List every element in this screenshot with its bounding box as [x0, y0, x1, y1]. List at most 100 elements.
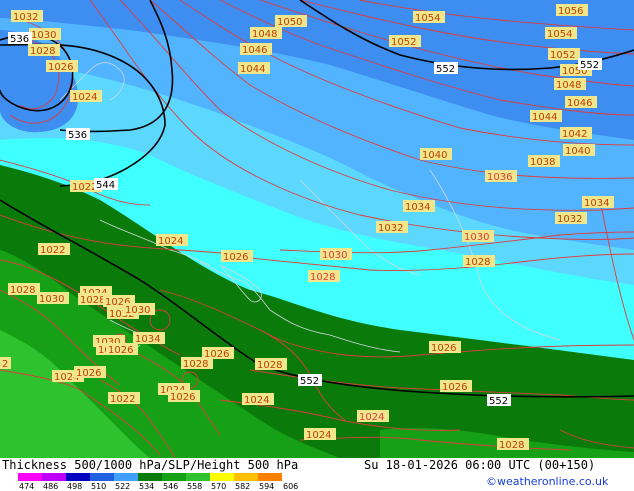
pressure-label: 1038 [528, 155, 560, 168]
pressure-label-text: 1048 [252, 29, 277, 40]
pressure-label: 1032 [555, 212, 587, 225]
legend-swatch [234, 473, 258, 481]
pressure-label-text: 1030 [31, 30, 56, 41]
pressure-label: 1048 [250, 27, 282, 40]
height-label-text: 552 [436, 64, 455, 75]
pressure-label-text: 1024 [72, 92, 97, 103]
pressure-label-text: 1054 [415, 13, 440, 24]
pressure-label-text: 1046 [567, 98, 592, 109]
pressure-label-text: 1030 [464, 232, 489, 243]
pressure-label-text: 1024 [306, 430, 331, 441]
weather-map: 1032103010281026102410501048104610441054… [0, 0, 634, 458]
pressure-label-text: 1034 [584, 198, 609, 209]
pressure-label: 1028 [308, 270, 340, 283]
pressure-label: 1024 [70, 90, 102, 103]
pressure-label-text: 1030 [39, 294, 64, 305]
pressure-label: 1026 [168, 390, 200, 403]
height-label: 552 [434, 62, 458, 75]
pressure-label: 1032 [376, 221, 408, 234]
legend-swatch [210, 473, 234, 481]
pressure-label-text: 1048 [556, 80, 581, 91]
pressure-label-text: 1028 [257, 360, 282, 371]
legend-swatch [162, 473, 186, 481]
pressure-label: 1022 [108, 392, 140, 405]
pressure-label: 1026 [221, 250, 253, 263]
pressure-label: 1030 [123, 303, 155, 316]
pressure-label: 1052 [389, 35, 421, 48]
pressure-label-text: 2 [2, 359, 8, 370]
pressure-label-text: 1032 [13, 12, 38, 23]
pressure-label-text: 1026 [108, 345, 133, 356]
pressure-label: 1056 [556, 4, 588, 17]
pressure-label-text: 1028 [10, 285, 35, 296]
pressure-label-text: 1030 [125, 305, 150, 316]
height-label: 552 [578, 58, 602, 71]
pressure-label: 1028 [463, 255, 495, 268]
pressure-label-text: 1026 [223, 252, 248, 263]
pressure-label-text: 1052 [391, 37, 416, 48]
chart-title: Thickness 500/1000 hPa/SLP/Height 500 hP… [2, 458, 299, 472]
pressure-label-text: 1028 [80, 295, 105, 306]
height-label-text: 552 [300, 376, 319, 387]
pressure-label-text: 1036 [487, 172, 512, 183]
pressure-label-text: 1024 [244, 395, 269, 406]
map-footer: Thickness 500/1000 hPa/SLP/Height 500 hP… [0, 458, 634, 491]
pressure-label-text: 1054 [547, 29, 572, 40]
pressure-label: 1024 [156, 234, 188, 247]
pressure-label-text: 1028 [310, 272, 335, 283]
pressure-label-text: 1032 [557, 214, 582, 225]
pressure-label: 1026 [202, 347, 234, 360]
pressure-label: 1052 [548, 48, 580, 61]
pressure-label-text: 1056 [558, 6, 583, 17]
pressure-label-text: 1022 [72, 182, 97, 193]
height-label-text: 552 [489, 396, 508, 407]
pressure-label-text: 1050 [277, 17, 302, 28]
legend-swatch [42, 473, 66, 481]
pressure-label-text: 1022 [40, 245, 65, 256]
credit-link[interactable]: ©weatheronline.co.uk [486, 475, 608, 488]
pressure-label: 1054 [545, 27, 577, 40]
height-label-text: 536 [68, 130, 87, 141]
legend-swatch [114, 473, 138, 481]
pressure-label: 1030 [29, 28, 61, 41]
pressure-label-text: 1026 [204, 349, 229, 360]
pressure-label: 1026 [440, 380, 472, 393]
pressure-label: 1028 [28, 44, 60, 57]
height-label-text: 552 [580, 60, 599, 71]
pressure-label-text: 1052 [550, 50, 575, 61]
pressure-label-text: 1028 [465, 257, 490, 268]
pressure-label: 1032 [11, 10, 43, 23]
height-label: 552 [298, 374, 322, 387]
pressure-label: 1042 [560, 127, 592, 140]
pressure-label-text: 1028 [30, 46, 55, 57]
pressure-label: 1024 [357, 410, 389, 423]
pressure-label-text: 1040 [565, 146, 590, 157]
pressure-label: 1024 [304, 428, 336, 441]
pressure-label: 1028 [497, 438, 529, 451]
pressure-label-text: 1026 [442, 382, 467, 393]
pressure-label: 1024 [242, 393, 274, 406]
pressure-label: 1048 [554, 78, 586, 91]
pressure-label-text: 1028 [183, 359, 208, 370]
pressure-label-text: 1026 [76, 368, 101, 379]
pressure-label: 2 [0, 357, 11, 370]
pressure-label-text: 1044 [532, 112, 557, 123]
legend-swatch [186, 473, 210, 481]
height-label-text: 536 [10, 34, 29, 45]
height-label-text: 544 [96, 180, 115, 191]
pressure-label-text: 1032 [378, 223, 403, 234]
pressure-label: 1044 [238, 62, 270, 75]
legend-swatch [138, 473, 162, 481]
pressure-label-text: 1034 [135, 334, 160, 345]
pressure-label: 1026 [74, 366, 106, 379]
pressure-label-text: 1042 [562, 129, 587, 140]
pressure-label: 1036 [485, 170, 517, 183]
pressure-label-text: 1022 [110, 394, 135, 405]
pressure-label: 1028 [8, 283, 40, 296]
pressure-label-text: 1026 [170, 392, 195, 403]
pressure-label: 1050 [275, 15, 307, 28]
pressure-label-text: 1046 [242, 45, 267, 56]
pressure-label: 1046 [565, 96, 597, 109]
pressure-label: 1030 [320, 248, 352, 261]
pressure-label-text: 1030 [322, 250, 347, 261]
